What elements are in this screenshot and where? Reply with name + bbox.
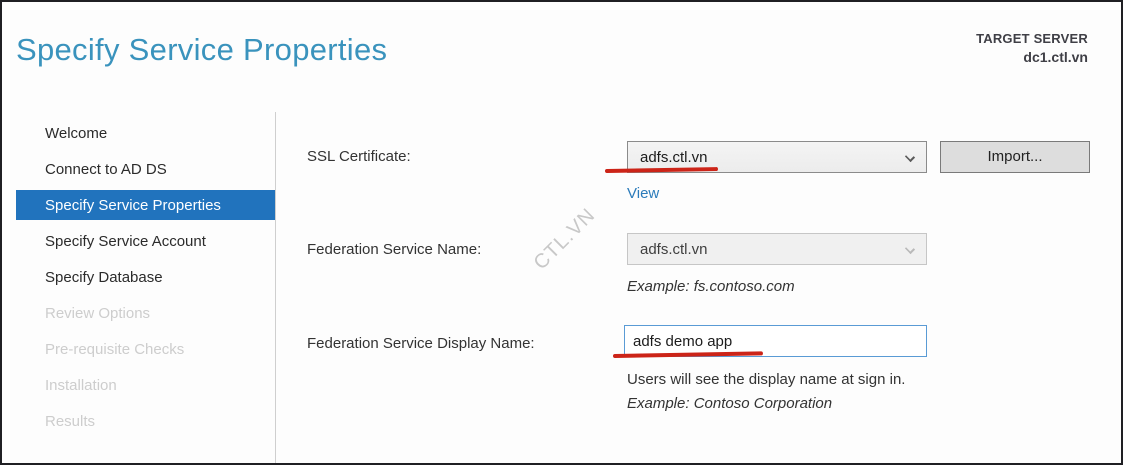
chevron-down-icon <box>905 152 915 162</box>
import-button[interactable]: Import... <box>940 141 1090 173</box>
federation-service-name-combobox[interactable]: adfs.ctl.vn <box>627 233 927 265</box>
view-certificate-link[interactable]: View <box>627 185 659 202</box>
sidebar-item-specify-service-properties[interactable]: Specify Service Properties <box>16 190 275 220</box>
sidebar-item-connect-to-ad-ds[interactable]: Connect to AD DS <box>16 154 275 184</box>
federation-service-display-name-label: Federation Service Display Name: <box>307 335 535 352</box>
chevron-down-icon <box>905 244 915 254</box>
watermark-text: CTL.VN <box>518 192 612 286</box>
sidebar-item-review-options: Review Options <box>16 298 275 328</box>
sidebar-item-pre-requisite-checks: Pre-requisite Checks <box>16 334 275 364</box>
wizard-steps-sidebar: Welcome Connect to AD DS Specify Service… <box>16 118 275 442</box>
sidebar-item-welcome[interactable]: Welcome <box>16 118 275 148</box>
federation-service-name-value: adfs.ctl.vn <box>640 241 708 258</box>
sidebar-divider <box>275 112 276 465</box>
display-name-example: Example: Contoso Corporation <box>627 395 832 412</box>
sidebar-item-installation: Installation <box>16 370 275 400</box>
federation-service-name-example: Example: fs.contoso.com <box>627 278 795 295</box>
target-server-name: dc1.ctl.vn <box>976 48 1088 67</box>
federation-service-name-label: Federation Service Name: <box>307 241 481 258</box>
sidebar-item-specify-database[interactable]: Specify Database <box>16 262 275 292</box>
adfs-configuration-wizard-window: Specify Service Properties TARGET SERVER… <box>0 0 1123 465</box>
target-server-label: TARGET SERVER <box>976 30 1088 48</box>
page-title: Specify Service Properties <box>16 32 387 68</box>
ssl-certificate-value: adfs.ctl.vn <box>640 149 708 166</box>
sidebar-item-specify-service-account[interactable]: Specify Service Account <box>16 226 275 256</box>
display-name-helper-text: Users will see the display name at sign … <box>627 371 905 388</box>
target-server-info: TARGET SERVER dc1.ctl.vn <box>976 30 1088 66</box>
sidebar-item-results: Results <box>16 406 275 436</box>
ssl-certificate-label: SSL Certificate: <box>307 148 411 165</box>
